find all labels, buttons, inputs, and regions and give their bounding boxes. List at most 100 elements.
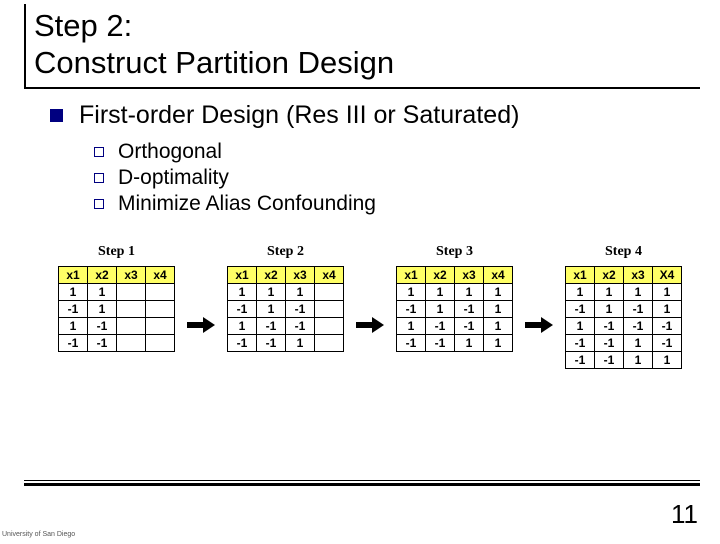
cell: -1 [88,318,117,335]
cell: -1 [455,301,484,318]
cell: 1 [88,301,117,318]
design-table: x1x2x3x4 1111 -11-11 1-1-11 -1-111 [396,266,513,352]
col-header: x1 [397,267,426,284]
cell: 1 [484,318,513,335]
cell: 1 [397,318,426,335]
cell: -1 [624,318,653,335]
col-header: x1 [59,267,88,284]
col-header: x3 [455,267,484,284]
cell: 1 [566,318,595,335]
bullet-level2: Orthogonal [94,140,690,164]
step-title: Step 2 [267,244,304,260]
cell: 1 [455,284,484,301]
cell: 1 [397,284,426,301]
page-number: 11 [671,499,698,530]
level2-text: Orthogonal [118,140,222,164]
square-bullet-icon [50,109,63,122]
cell [146,301,175,318]
cell: 1 [595,301,624,318]
cell: -1 [228,301,257,318]
cell: 1 [455,335,484,352]
title-block: Step 2: Construct Partition Design [24,4,700,89]
cell: -1 [595,352,624,369]
col-header: x3 [286,267,315,284]
cell: -1 [566,335,595,352]
body: First-order Design (Res III or Saturated… [50,101,690,216]
bullet-level2: D-optimality [94,166,690,190]
cell: -1 [59,335,88,352]
title-line-2: Construct Partition Design [34,45,700,82]
step-title: Step 4 [605,244,642,260]
cell [146,335,175,352]
col-header: x4 [484,267,513,284]
slide: Step 2: Construct Partition Design First… [0,4,720,544]
cell: -1 [455,318,484,335]
title-line-1: Step 2: [34,8,700,45]
cell: -1 [566,301,595,318]
cell: 1 [595,284,624,301]
cell: -1 [624,301,653,318]
cell [146,284,175,301]
cell: 1 [653,284,682,301]
cell: 1 [624,335,653,352]
cell: 1 [653,352,682,369]
square-outline-icon [94,199,104,209]
square-outline-icon [94,173,104,183]
cell: -1 [653,318,682,335]
cell [315,335,344,352]
cell: 1 [566,284,595,301]
design-table: x1x2x3X4 1111 -11-11 1-1-1-1 -1-11-1 -1-… [565,266,682,369]
cell: -1 [88,335,117,352]
step-block-3: Step 3 x1x2x3x4 1111 -11-11 1-1-11 -1-11… [396,244,513,352]
cell: 1 [286,284,315,301]
col-header: x4 [146,267,175,284]
col-header: x3 [117,267,146,284]
cell: -1 [653,335,682,352]
cell: 1 [653,301,682,318]
cell: -1 [595,335,624,352]
arrow-right-icon [356,316,384,334]
cell: 1 [484,284,513,301]
cell: -1 [426,318,455,335]
cell: 1 [257,284,286,301]
cell: -1 [595,318,624,335]
design-table: x1x2x3x4 11 -11 1-1 -1-1 [58,266,175,352]
cell [117,318,146,335]
col-header: x1 [566,267,595,284]
cell: -1 [397,301,426,318]
footer-rule [24,483,700,486]
arrow-right-icon [187,316,215,334]
university-logo: University of San Diego [2,531,75,538]
level1-text: First-order Design (Res III or Saturated… [79,101,519,130]
cell: 1 [426,301,455,318]
cell: -1 [397,335,426,352]
cell: 1 [624,352,653,369]
cell: -1 [257,318,286,335]
cell [315,284,344,301]
level2-text: D-optimality [118,166,229,190]
step-title: Step 3 [436,244,473,260]
cell: 1 [59,318,88,335]
cell: 1 [286,335,315,352]
col-header: x2 [257,267,286,284]
col-header: x2 [88,267,117,284]
step-block-4: Step 4 x1x2x3X4 1111 -11-11 1-1-1-1 -1-1… [565,244,682,369]
cell: -1 [228,335,257,352]
cell: -1 [257,335,286,352]
cell: 1 [228,284,257,301]
design-table: x1x2x3x4 111 -11-1 1-1-1 -1-11 [227,266,344,352]
cell: -1 [426,335,455,352]
cell: 1 [88,284,117,301]
step-block-2: Step 2 x1x2x3x4 111 -11-1 1-1-1 -1-11 [227,244,344,352]
cell: -1 [566,352,595,369]
col-header: x2 [426,267,455,284]
tables-row: Step 1 x1x2x3x4 11 -11 1-1 -1-1 Step 2 x… [58,244,682,369]
cell: 1 [228,318,257,335]
square-outline-icon [94,147,104,157]
level2-text: Minimize Alias Confounding [118,192,376,216]
step-block-1: Step 1 x1x2x3x4 11 -11 1-1 -1-1 [58,244,175,352]
cell: 1 [426,284,455,301]
cell: -1 [59,301,88,318]
cell [315,318,344,335]
bullet-level1: First-order Design (Res III or Saturated… [50,101,690,130]
